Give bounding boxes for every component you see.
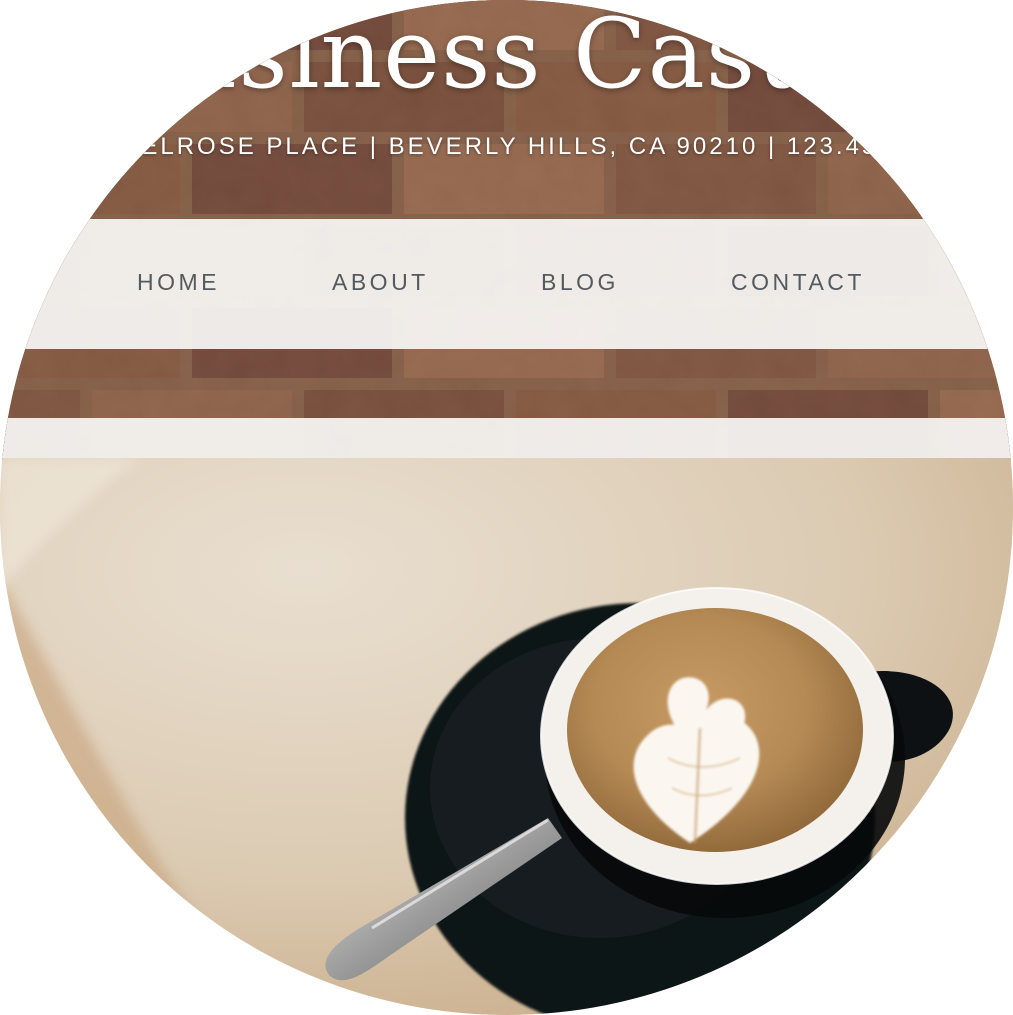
content-box-top-edge [0, 418, 1013, 460]
nav-link-about[interactable]: ABOUT [332, 269, 429, 296]
address-bar: 3481 MELROSE PLACE | BEVERLY HILLS, CA 9… [43, 133, 970, 160]
page-viewport: Business Casual 3481 MELROSE PLACE | BEV… [0, 0, 1013, 1015]
main-navigation: HOME ABOUT BLOG CONTACT [0, 219, 1013, 349]
site-title: Business Casual [104, 0, 909, 110]
nav-link-blog[interactable]: BLOG [541, 269, 619, 296]
nav-link-home[interactable]: HOME [137, 269, 220, 296]
hero-coffee-image [0, 458, 1013, 1015]
nav-link-contact[interactable]: CONTACT [731, 269, 865, 296]
